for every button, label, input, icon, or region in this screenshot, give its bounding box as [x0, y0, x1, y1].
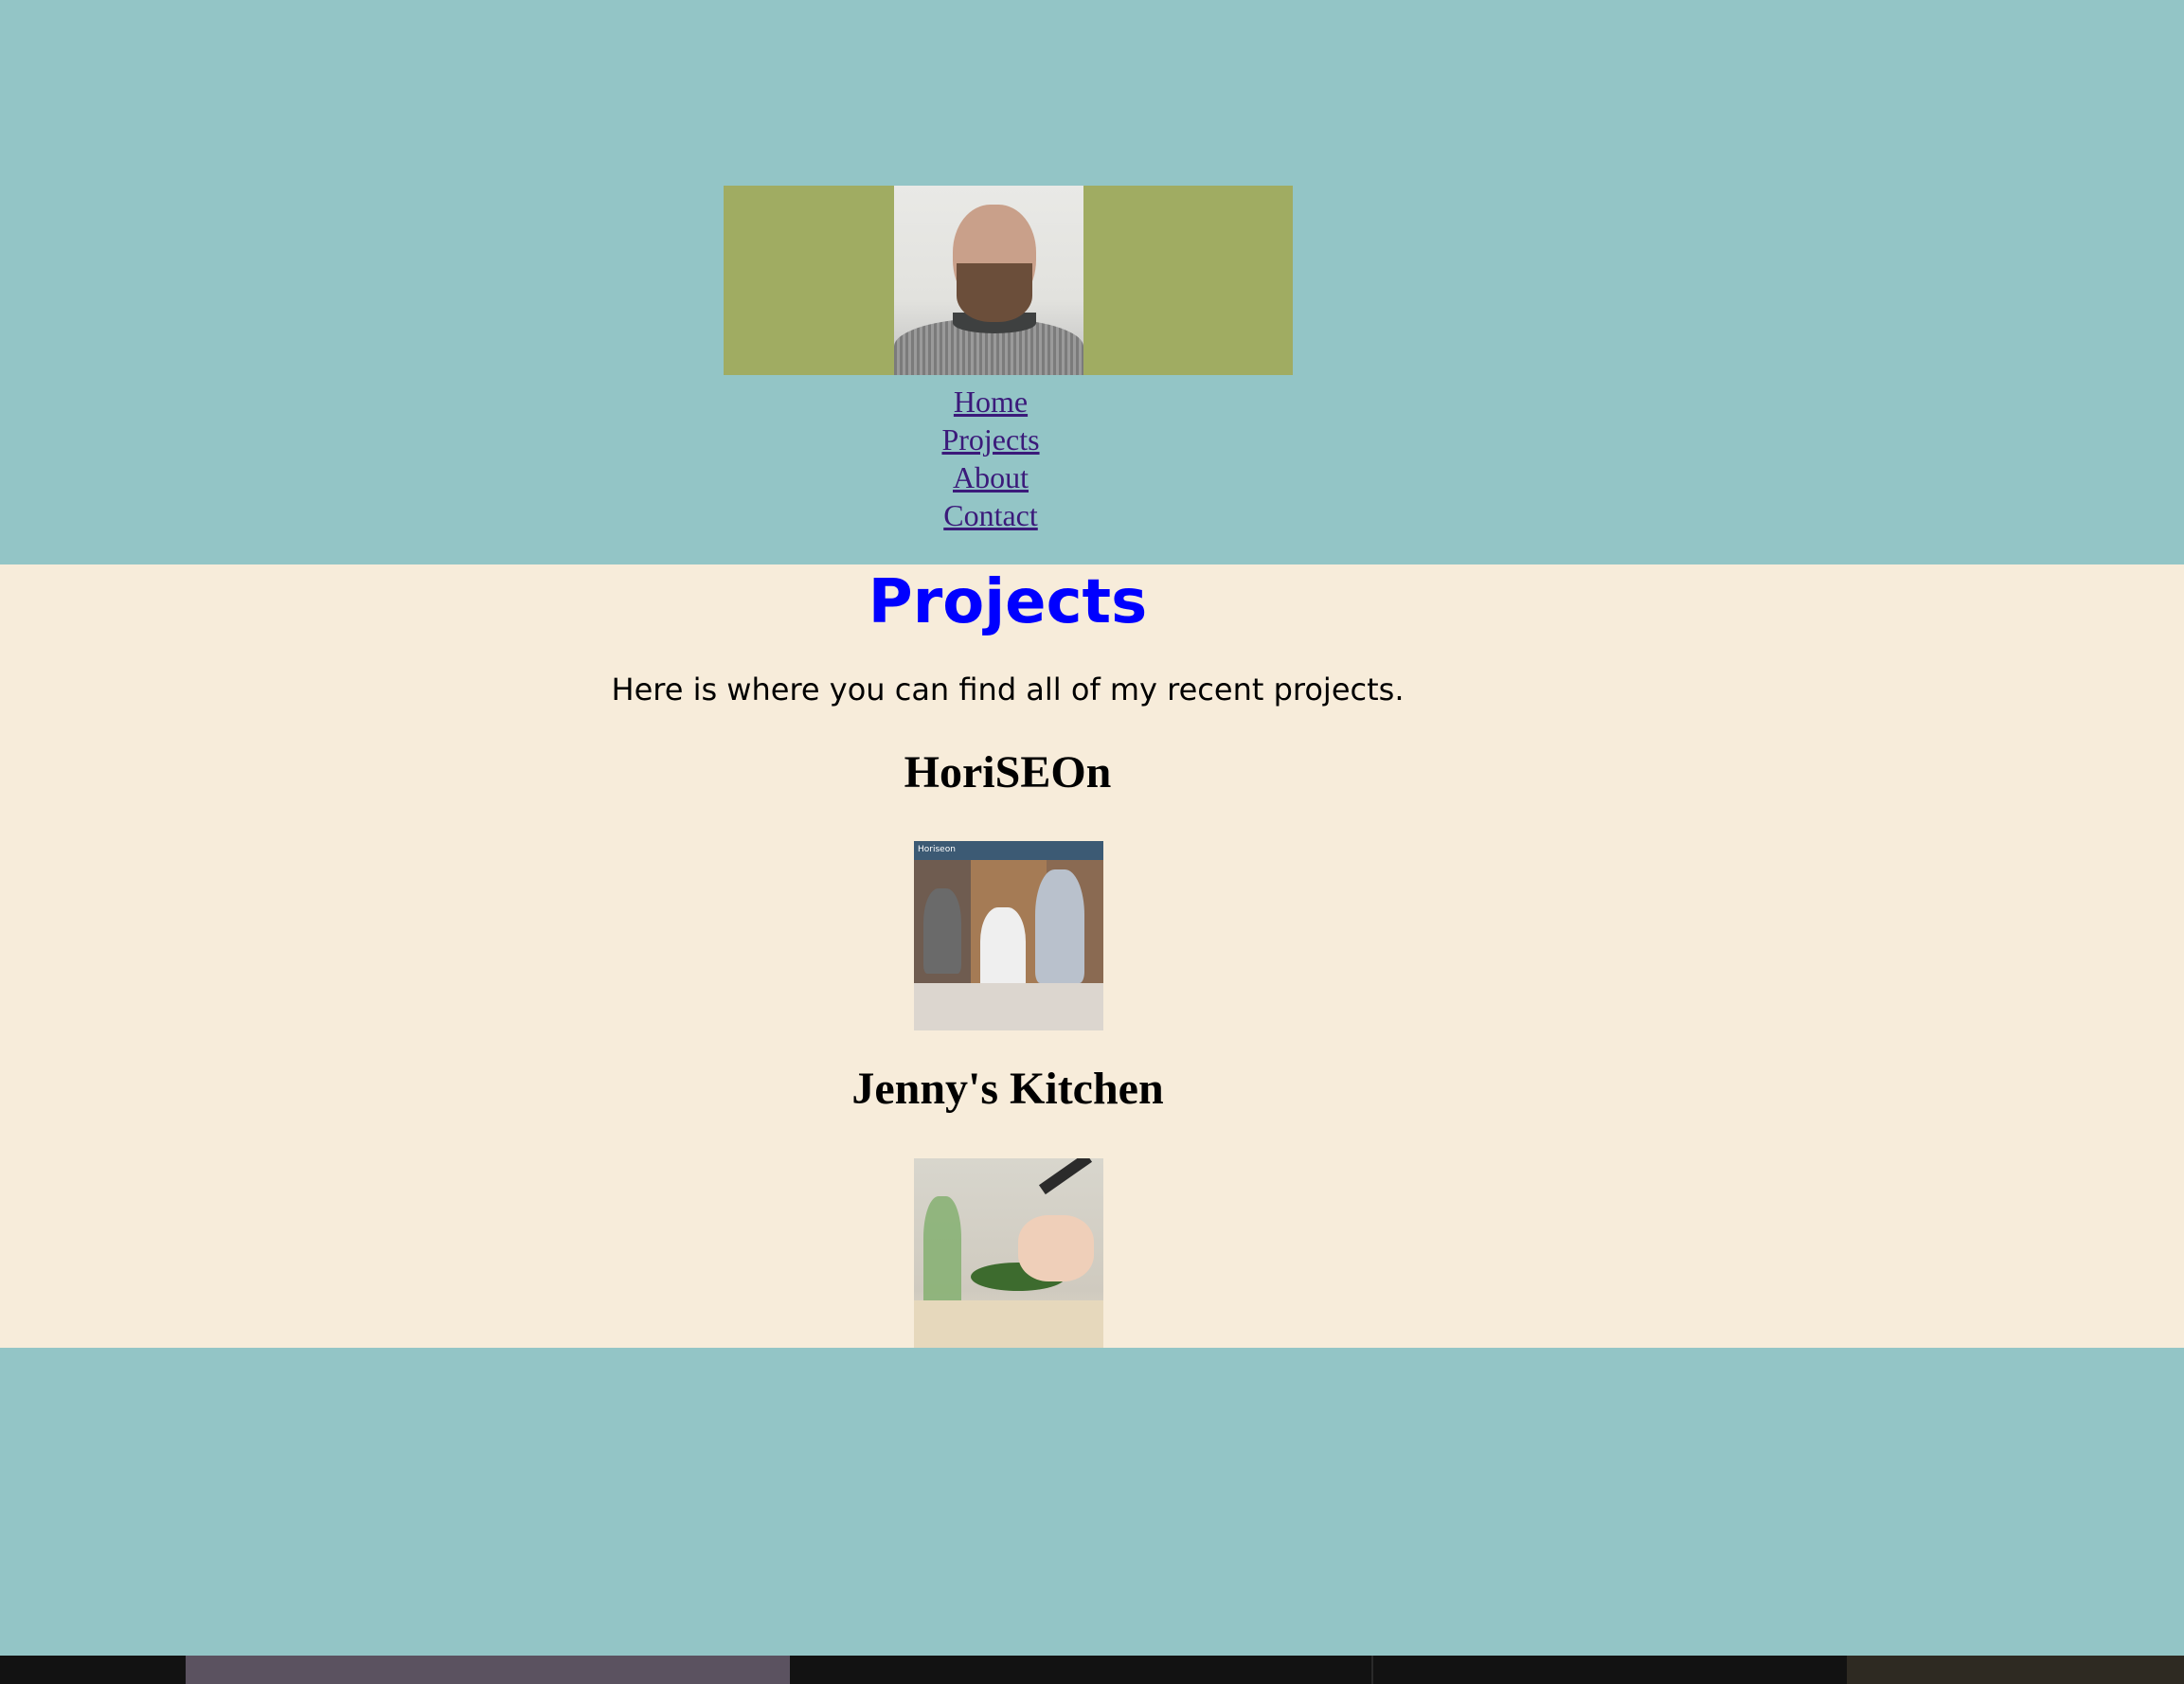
- kitchen-screenshot[interactable]: [914, 1158, 1103, 1348]
- plant: [923, 1196, 961, 1300]
- hand: [1018, 1215, 1094, 1281]
- person-2: [980, 907, 1026, 993]
- desk: [914, 983, 1103, 1030]
- profile-banner: [724, 186, 1293, 375]
- person-3: [1035, 869, 1084, 983]
- intro-text: Here is where you can find all of my rec…: [611, 672, 1405, 708]
- taskbar-item[interactable]: [1847, 1656, 2184, 1684]
- nav-link-home[interactable]: Home: [896, 383, 1085, 421]
- project-title-horiseon: HoriSEOn: [904, 747, 1112, 797]
- site-header: Home Projects About Contact: [0, 0, 2184, 564]
- nav-link-projects[interactable]: Projects: [896, 421, 1085, 458]
- projects-section: Projects Here is where you can find all …: [0, 564, 2184, 1348]
- nav-link-about[interactable]: About: [896, 458, 1085, 496]
- profile-photo: [894, 186, 1083, 375]
- main-nav: Home Projects About Contact: [896, 383, 1085, 534]
- project-title-jennys-kitchen: Jenny's Kitchen: [851, 1064, 1164, 1114]
- cutting-board: [914, 1300, 1103, 1348]
- nav-link-contact[interactable]: Contact: [896, 496, 1085, 534]
- person-1: [923, 888, 961, 974]
- taskbar-item[interactable]: [186, 1656, 790, 1684]
- horiseon-header-text: Horiseon: [918, 845, 956, 854]
- horiseon-screenshot[interactable]: Horiseon: [914, 841, 1103, 1030]
- page-title: Projects: [868, 567, 1148, 637]
- knife: [1038, 1158, 1093, 1195]
- taskbar-divider: [1371, 1656, 1373, 1684]
- site-footer: [0, 1348, 2184, 1656]
- beard: [957, 263, 1032, 322]
- os-taskbar: [0, 1656, 2184, 1684]
